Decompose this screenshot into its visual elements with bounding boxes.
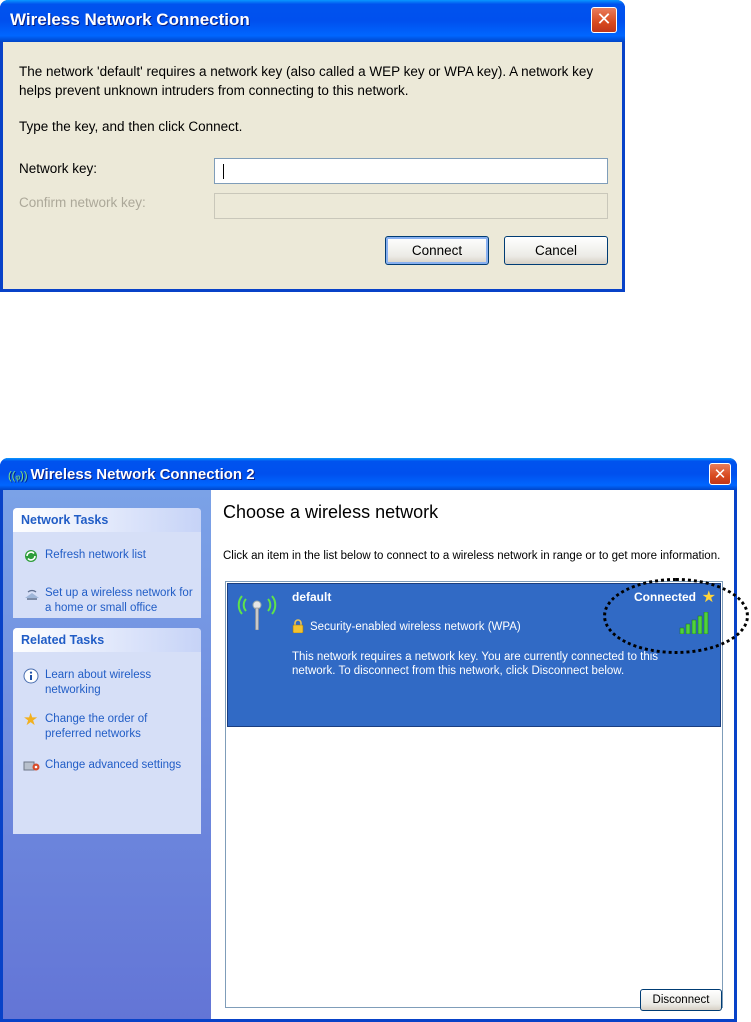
network-key-field[interactable] — [214, 158, 608, 184]
network-note: This network requires a network key. You… — [292, 651, 659, 677]
window-close-button[interactable]: ✕ — [709, 463, 731, 485]
highlight-annotation — [603, 578, 749, 654]
star-icon: ★ — [23, 710, 39, 730]
change-order-networks-label: Change the order of preferred networks — [45, 713, 148, 740]
security-type: Security-enabled wireless network (WPA) — [310, 621, 521, 633]
wireless-antenna-icon: ((ᵩ)) — [8, 470, 28, 482]
change-order-networks-link[interactable]: ★ Change the order of preferred networks — [23, 712, 193, 742]
network-tasks-panel: Network Tasks Refresh network list Set u… — [13, 508, 201, 618]
setup-wireless-icon — [23, 586, 45, 616]
dialog-title: Wireless Network Connection — [10, 10, 250, 29]
network-key-dialog: Wireless Network Connection ✕ The networ… — [0, 0, 625, 292]
refresh-icon — [23, 548, 45, 567]
window-title-text: Wireless Network Connection 2 — [30, 466, 255, 483]
setup-wireless-network-link[interactable]: Set up a wireless network for a home or … — [23, 586, 193, 616]
page-description: Click an item in the list below to conne… — [223, 550, 721, 562]
disconnect-button[interactable]: Disconnect — [640, 989, 722, 1011]
network-key-label: Network key: — [19, 161, 98, 176]
confirm-key-field — [214, 193, 608, 219]
refresh-network-list-label: Refresh network list — [45, 549, 146, 561]
change-advanced-settings-label: Change advanced settings — [45, 759, 182, 771]
dialog-close-button[interactable]: ✕ — [591, 7, 617, 33]
wireless-network-window: ((ᵩ)) Wireless Network Connection 2 ✕ Net… — [0, 458, 737, 1022]
setup-wireless-network-label: Set up a wireless network for a home or … — [45, 587, 193, 614]
learn-wireless-link[interactable]: Learn about wireless networking — [23, 668, 193, 698]
cancel-button[interactable]: Cancel — [504, 236, 608, 265]
settings-icon — [23, 758, 45, 777]
connect-button[interactable]: Connect — [385, 236, 489, 265]
learn-wireless-label: Learn about wireless networking — [45, 669, 152, 696]
network-name: default — [292, 590, 332, 604]
lock-icon — [292, 619, 304, 633]
wireless-network-icon — [237, 595, 277, 630]
window-title: ((ᵩ)) Wireless Network Connection 2 — [8, 466, 255, 483]
refresh-network-list-link[interactable]: Refresh network list — [23, 548, 193, 567]
dialog-message: The network 'default' requires a network… — [19, 64, 594, 98]
related-tasks-panel: Related Tasks Learn about wireless netwo… — [13, 628, 201, 834]
network-tasks-heading: Network Tasks — [13, 508, 201, 532]
info-icon — [23, 668, 45, 698]
dialog-prompt: Type the key, and then click Connect. — [19, 119, 243, 134]
network-content-area: Choose a wireless network Click an item … — [211, 490, 734, 1019]
page-title: Choose a wireless network — [223, 502, 439, 522]
window-titlebar[interactable]: ((ᵩ)) Wireless Network Connection 2 ✕ — [0, 458, 737, 490]
task-pane: Network Tasks Refresh network list Set u… — [3, 490, 211, 1019]
dialog-titlebar[interactable]: Wireless Network Connection ✕ — [0, 0, 625, 42]
text-caret — [223, 164, 224, 179]
change-advanced-settings-link[interactable]: Change advanced settings — [23, 758, 193, 777]
related-tasks-heading: Related Tasks — [13, 628, 201, 652]
confirm-key-label: Confirm network key: — [19, 195, 146, 210]
